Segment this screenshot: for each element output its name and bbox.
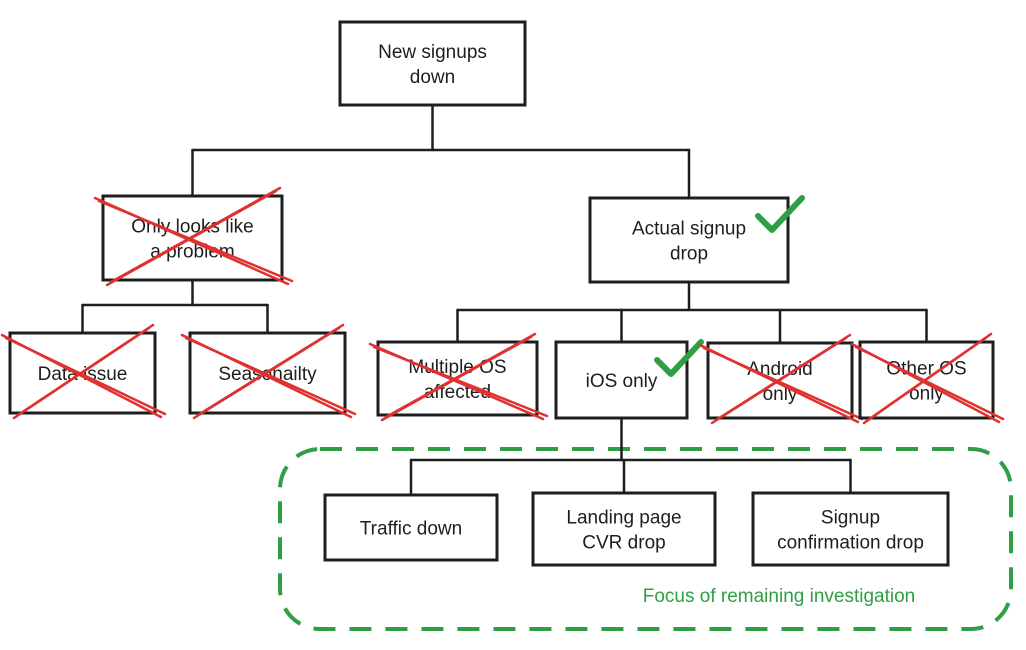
node-traffic-down: Traffic down xyxy=(323,493,499,562)
node-label: Actual signup xyxy=(632,219,746,240)
issue-tree-diagram: Focus of remaining investigation New sig… xyxy=(0,20,1013,631)
node-root: New signups down xyxy=(338,20,527,107)
node-label: iOS only xyxy=(586,371,658,392)
node-label: CVR drop xyxy=(582,533,665,554)
node-box xyxy=(751,491,950,567)
node-label: drop xyxy=(670,244,708,265)
node-multiple-os: Multiple OSaffected xyxy=(368,332,549,422)
node-label: down xyxy=(410,67,455,88)
node-seasonality: Seasonailty xyxy=(180,323,357,420)
node-landing-cvr: Landing page CVR drop xyxy=(531,491,717,567)
node-other-os: Other OSonly xyxy=(850,332,1005,425)
focus-group-label: Focus of remaining investigation xyxy=(643,586,915,607)
node-label: Signup xyxy=(821,508,880,529)
node-box xyxy=(588,196,790,284)
node-label: Only looks like xyxy=(131,217,254,238)
node-android-only: Androidonly xyxy=(698,333,864,425)
node-label: Traffic down xyxy=(360,519,462,540)
node-signup-confirmation: Signup confirmation drop xyxy=(751,491,950,567)
node-actual-drop: Actual signup drop xyxy=(588,195,805,284)
node-label: confirmation drop xyxy=(777,533,924,554)
node-label: New signups xyxy=(378,42,487,63)
node-label: Landing page xyxy=(566,508,681,529)
node-data-issue: Data issue xyxy=(0,323,167,420)
node-ios-only: iOS only xyxy=(554,339,704,420)
node-box xyxy=(531,491,717,567)
connectors xyxy=(81,103,928,497)
nodes: New signups down Only looks likea problem A… xyxy=(0,20,1005,567)
node-only-looks: Only looks likea problem xyxy=(93,186,294,287)
node-box xyxy=(338,20,527,107)
node-label: Android xyxy=(747,359,813,380)
